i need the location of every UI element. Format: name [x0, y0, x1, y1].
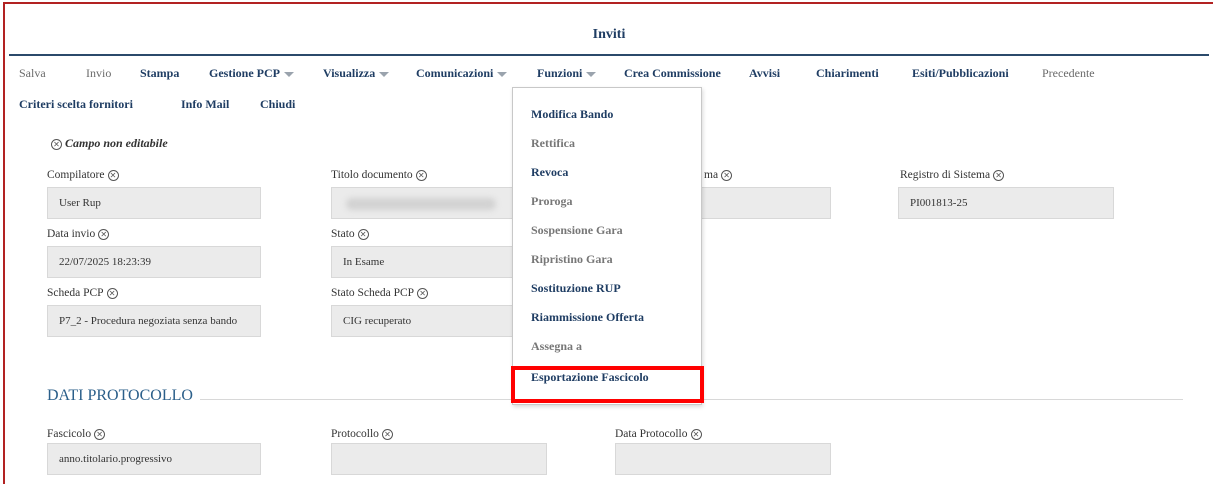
stato-field: In Esame	[331, 246, 531, 278]
circle-x-icon: ✕	[381, 428, 393, 440]
circle-x-icon: ✕	[417, 287, 429, 299]
circle-x-icon: ✕	[993, 169, 1005, 181]
redacted-value	[346, 198, 496, 210]
circle-x-icon: ✕	[107, 169, 119, 181]
circle-x-icon: ✕	[98, 228, 110, 240]
menu-item-sospensione-gara[interactable]: Sospensione Gara	[531, 223, 623, 238]
titolo-documento-field	[331, 187, 531, 219]
data-protocollo-label: Data Protocollo ✕	[615, 428, 705, 440]
menu-item-proroga[interactable]: Proroga	[531, 194, 573, 209]
gestione-pcp-menu[interactable]: Gestione PCP	[209, 66, 294, 81]
chiudi-button[interactable]: Chiudi	[260, 97, 295, 112]
circle-x-icon: ✕	[357, 228, 369, 240]
circle-x-icon: ✕	[51, 138, 62, 150]
titolo-documento-label: Titolo documento ✕	[331, 169, 430, 181]
compilatore-label: Compilatore ✕	[47, 169, 122, 181]
scheda-pcp-field: P7_2 - Procedura negoziata senza bando	[47, 305, 261, 337]
chiarimenti-button[interactable]: Chiarimenti	[816, 66, 879, 81]
funzioni-label: Funzioni	[537, 66, 583, 80]
circle-x-icon: ✕	[721, 169, 733, 181]
circle-x-icon: ✕	[106, 287, 118, 299]
partial-field	[700, 187, 831, 219]
scheda-pcp-label: Scheda PCP ✕	[47, 287, 121, 299]
precedente-button[interactable]: Precedente	[1042, 66, 1095, 81]
menu-item-revoca[interactable]: Revoca	[531, 165, 568, 180]
comunicazioni-menu[interactable]: Comunicazioni	[416, 66, 508, 81]
page-title: Inviti	[592, 27, 626, 42]
esiti-pubblicazioni-button[interactable]: Esiti/Pubblicazioni	[912, 66, 1009, 81]
funzioni-menu[interactable]: Funzioni	[537, 66, 597, 81]
compilatore-field: User Rup	[47, 187, 261, 219]
protocollo-label: Protocollo ✕	[331, 428, 396, 440]
note-text: Campo non editabile	[65, 136, 168, 150]
crea-commissione-button[interactable]: Crea Commissione	[624, 66, 721, 81]
stampa-button[interactable]: Stampa	[140, 66, 179, 81]
fascicolo-field: anno.titolario.progressivo	[47, 443, 261, 475]
chevron-down-icon	[497, 71, 508, 77]
circle-x-icon: ✕	[94, 428, 106, 440]
chevron-down-icon	[379, 71, 390, 77]
highlight-box	[511, 366, 704, 403]
visualizza-label: Visualizza	[323, 66, 376, 80]
circle-x-icon: ✕	[690, 428, 702, 440]
visualizza-menu[interactable]: Visualizza	[323, 66, 390, 81]
data-invio-label: Data invio ✕	[47, 228, 112, 240]
chevron-down-icon	[586, 71, 597, 77]
data-protocollo-field	[615, 443, 831, 475]
data-invio-field: 22/07/2025 18:23:39	[47, 246, 261, 278]
gestione-pcp-label: Gestione PCP	[209, 66, 280, 80]
stato-scheda-pcp-field: CIG recuperato	[331, 305, 531, 337]
section-title: DATI PROTOCOLLO	[47, 387, 193, 404]
invio-button[interactable]: Invio	[86, 66, 111, 81]
title-bar: Inviti	[9, 10, 1209, 56]
protocollo-field	[331, 443, 547, 475]
salva-button[interactable]: Salva	[19, 66, 46, 81]
info-mail-button[interactable]: Info Mail	[181, 97, 229, 112]
non-editable-note: ✕ Campo non editabile	[48, 136, 168, 151]
stato-scheda-pcp-label: Stato Scheda PCP ✕	[331, 287, 431, 299]
menu-item-riammissione-offerta[interactable]: Riammissione Offerta	[531, 310, 644, 325]
avvisi-button[interactable]: Avvisi	[749, 66, 780, 81]
menu-item-ripristino-gara[interactable]: Ripristino Gara	[531, 252, 613, 267]
menu-item-sostituzione-rup[interactable]: Sostituzione RUP	[531, 281, 621, 296]
funzioni-dropdown: Modifica Bando Rettifica Revoca Proroga …	[512, 87, 702, 405]
chevron-down-icon	[284, 71, 294, 77]
registro-sistema-label: Registro di Sistema ✕	[900, 169, 1007, 181]
registro-sistema-field: PI001813-25	[898, 187, 1114, 219]
circle-x-icon: ✕	[415, 169, 427, 181]
menu-item-rettifica[interactable]: Rettifica	[531, 136, 575, 151]
menu-item-assegna-a[interactable]: Assegna a	[531, 339, 582, 354]
comunicazioni-label: Comunicazioni	[416, 66, 494, 80]
partial-label: ma ✕	[704, 169, 735, 181]
criteri-scelta-fornitori-button[interactable]: Criteri scelta fornitori	[19, 97, 133, 112]
fascicolo-label: Fascicolo ✕	[47, 428, 108, 440]
stato-label: Stato ✕	[331, 228, 372, 240]
menu-item-modifica-bando[interactable]: Modifica Bando	[531, 107, 613, 122]
